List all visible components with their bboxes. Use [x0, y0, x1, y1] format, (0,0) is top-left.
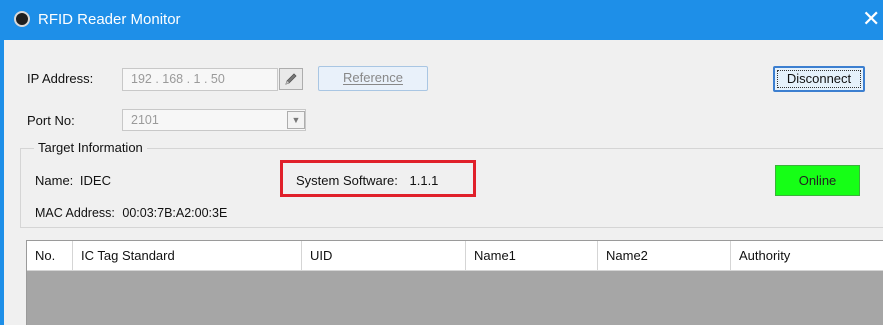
port-dropdown[interactable]: 2101 — [122, 109, 306, 131]
window-left-border — [0, 40, 4, 325]
tag-table[interactable]: No. IC Tag Standard UID Name1 Name2 Auth… — [26, 240, 883, 325]
mac-address-value: 00:03:7B:A2:00:3E — [122, 206, 228, 220]
window-title: RFID Reader Monitor — [38, 11, 181, 28]
status-badge: Online — [775, 165, 860, 196]
app-window: RFID Reader Monitor ✕ IP Address: 192 . … — [0, 0, 883, 325]
name-label: Name: IDEC — [35, 173, 111, 188]
ip-address-label: IP Address: — [27, 71, 94, 86]
name-value: IDEC — [79, 173, 111, 188]
mac-address-label: MAC Address: — [35, 206, 115, 220]
column-header-uid[interactable]: UID — [302, 241, 466, 270]
name-label-text: Name: — [35, 173, 74, 188]
column-header-ic-tag-standard[interactable]: IC Tag Standard — [73, 241, 302, 270]
ip-address-field[interactable]: 192 . 168 . 1 . 50 — [122, 68, 278, 91]
column-header-no[interactable]: No. — [27, 241, 73, 270]
title-bar[interactable]: RFID Reader Monitor ✕ — [0, 0, 883, 40]
target-information-label: Target Information — [34, 140, 147, 155]
system-software-info: System Software: 1.1.1 — [296, 173, 438, 188]
edit-ip-button[interactable] — [279, 68, 303, 90]
column-header-name1[interactable]: Name1 — [466, 241, 598, 270]
system-software-label: System Software: — [296, 173, 398, 188]
app-icon — [14, 11, 30, 27]
system-software-value: 1.1.1 — [409, 173, 439, 188]
reference-button-label: Reference — [343, 70, 403, 85]
disconnect-button-label: Disconnect — [786, 71, 852, 86]
column-header-name2[interactable]: Name2 — [598, 241, 731, 270]
column-header-authority[interactable]: Authority — [731, 241, 883, 270]
mac-address-info: MAC Address: 00:03:7B:A2:00:3E — [35, 206, 227, 220]
port-label: Port No: — [27, 113, 75, 128]
disconnect-button[interactable]: Disconnect — [773, 66, 865, 92]
table-header: No. IC Tag Standard UID Name1 Name2 Auth… — [27, 241, 883, 271]
close-icon[interactable]: ✕ — [862, 7, 880, 31]
reference-button[interactable]: Reference — [318, 66, 428, 91]
port-value: 2101 — [131, 113, 159, 127]
pencil-icon — [285, 73, 297, 85]
chevron-down-icon[interactable]: ▼ — [287, 111, 305, 129]
